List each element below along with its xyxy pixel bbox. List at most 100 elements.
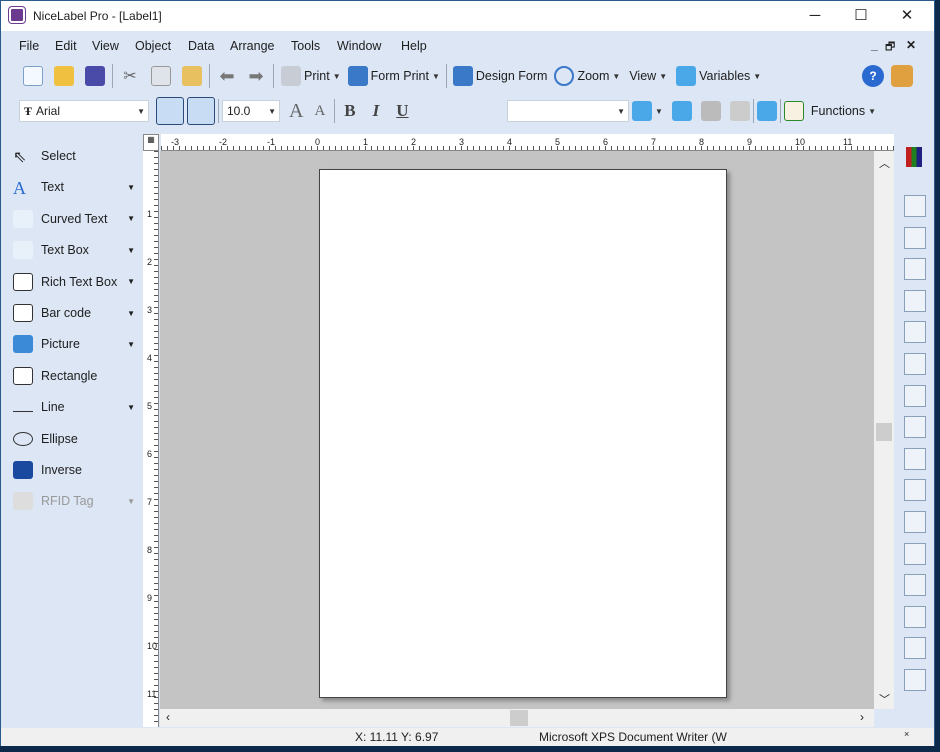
tool-ellipse[interactable]: Ellipse bbox=[13, 426, 135, 452]
new-icon[interactable] bbox=[23, 66, 43, 86]
distribute-h-icon[interactable] bbox=[904, 384, 926, 407]
tool-rectangle[interactable]: Rectangle bbox=[13, 363, 135, 389]
horizontal-scrollbar[interactable]: ‹ › bbox=[160, 709, 874, 727]
align-center-v-icon[interactable] bbox=[904, 321, 926, 344]
vertical-scroll-thumb[interactable] bbox=[876, 423, 892, 441]
align-right-icon[interactable] bbox=[904, 258, 926, 281]
users-icon[interactable] bbox=[891, 65, 913, 87]
form-print-dropdown-icon[interactable]: ▼ bbox=[432, 72, 440, 81]
ungroup-icon[interactable] bbox=[904, 637, 926, 660]
redo-icon[interactable]: ➡ bbox=[246, 66, 266, 86]
delete-variable-icon[interactable] bbox=[729, 101, 750, 121]
underline-button[interactable]: U bbox=[396, 101, 408, 121]
menu-help[interactable]: Help bbox=[401, 39, 427, 53]
rotate-icon[interactable] bbox=[904, 447, 926, 470]
view-button[interactable]: View bbox=[629, 69, 656, 83]
variables-icon[interactable] bbox=[676, 66, 697, 86]
form-print-icon[interactable] bbox=[347, 66, 368, 86]
send-backward-icon[interactable] bbox=[904, 574, 926, 597]
italic-button[interactable]: I bbox=[373, 101, 380, 121]
variable-select[interactable]: ▼ bbox=[507, 100, 629, 122]
dropdown-arrow-icon[interactable]: ▼ bbox=[127, 340, 135, 349]
vertical-scrollbar[interactable]: ︿ ﹀ bbox=[874, 151, 894, 709]
mdi-close-button[interactable]: ✕ bbox=[906, 38, 916, 52]
design-canvas[interactable] bbox=[160, 151, 874, 709]
tool-text-box[interactable]: Text Box ▼ bbox=[13, 237, 135, 263]
colors-icon[interactable] bbox=[906, 147, 922, 167]
align-bottom-icon[interactable] bbox=[904, 353, 926, 375]
scroll-up-icon[interactable]: ︿ bbox=[879, 155, 890, 171]
functions-button[interactable]: Functions bbox=[811, 104, 865, 118]
shrink-font-icon[interactable]: A bbox=[314, 103, 325, 120]
menu-window[interactable]: Window bbox=[337, 39, 381, 53]
copy-icon[interactable] bbox=[151, 66, 171, 86]
design-form-icon[interactable] bbox=[452, 66, 473, 86]
scroll-left-icon[interactable]: ‹ bbox=[166, 710, 170, 724]
status-close-button[interactable]: × bbox=[904, 729, 909, 739]
group-icon[interactable] bbox=[904, 605, 926, 628]
variables-button[interactable]: Variables bbox=[699, 69, 750, 83]
bring-front-icon[interactable] bbox=[904, 479, 926, 502]
view-dropdown-icon[interactable]: ▼ bbox=[659, 72, 667, 81]
zoom-icon[interactable] bbox=[554, 66, 575, 86]
edit-variable-icon[interactable] bbox=[700, 101, 721, 121]
text-toggle-button[interactable] bbox=[156, 97, 184, 125]
variables-dropdown-icon[interactable]: ▼ bbox=[753, 72, 761, 81]
menu-data[interactable]: Data bbox=[188, 39, 214, 53]
print-button[interactable]: Print bbox=[304, 69, 330, 83]
grow-font-icon[interactable]: A bbox=[289, 100, 303, 123]
tool-text[interactable]: A Text ▼ bbox=[13, 174, 135, 200]
distribute-v-icon[interactable] bbox=[904, 416, 926, 439]
align-top-icon[interactable] bbox=[904, 289, 926, 312]
dropdown-arrow-icon[interactable]: ▼ bbox=[127, 277, 135, 286]
tool-rfid-tag[interactable]: RFID Tag ▼ bbox=[13, 488, 135, 514]
close-button[interactable]: ✕ bbox=[884, 1, 930, 31]
align-center-h-icon[interactable] bbox=[904, 226, 926, 249]
menu-view[interactable]: View bbox=[92, 39, 119, 53]
open-icon[interactable] bbox=[54, 66, 74, 86]
tool-select[interactable]: ⇖ Select bbox=[13, 143, 135, 169]
form-print-button[interactable]: Form Print bbox=[371, 69, 429, 83]
dropdown-arrow-icon[interactable]: ▼ bbox=[127, 246, 135, 255]
printer-icon[interactable] bbox=[281, 66, 301, 86]
undo-icon[interactable]: ⬅ bbox=[217, 66, 237, 86]
label-page[interactable] bbox=[319, 169, 727, 698]
printer-font-button[interactable] bbox=[187, 97, 215, 125]
scroll-right-icon[interactable]: › bbox=[860, 710, 864, 724]
functions-icon[interactable] bbox=[783, 101, 804, 121]
print-dropdown-icon[interactable]: ▼ bbox=[333, 72, 341, 81]
scroll-down-icon[interactable]: ﹀ bbox=[879, 691, 890, 707]
menu-arrange[interactable]: Arrange bbox=[230, 39, 274, 53]
link-variable-icon[interactable] bbox=[756, 101, 777, 121]
bring-forward-icon[interactable] bbox=[904, 542, 926, 565]
paste-icon[interactable] bbox=[182, 66, 202, 86]
help-icon[interactable]: ? bbox=[862, 65, 884, 87]
mdi-restore-button[interactable]: 🗗 bbox=[885, 38, 895, 57]
menu-object[interactable]: Object bbox=[135, 39, 171, 53]
tool-inverse[interactable]: Inverse bbox=[13, 457, 135, 483]
tool-curved-text[interactable]: Curved Text ▼ bbox=[13, 206, 135, 232]
tool-line[interactable]: Line ▼ bbox=[13, 394, 135, 420]
tool-rich-text-box[interactable]: Rich Text Box ▼ bbox=[13, 269, 135, 295]
properties-icon[interactable] bbox=[904, 669, 926, 691]
dropdown-arrow-icon[interactable]: ▼ bbox=[127, 403, 135, 412]
horizontal-scroll-thumb[interactable] bbox=[510, 710, 528, 726]
dropdown-arrow-icon[interactable]: ▼ bbox=[127, 214, 135, 223]
menu-edit[interactable]: Edit bbox=[55, 39, 77, 53]
new-variable-icon[interactable] bbox=[632, 101, 652, 121]
dropdown-arrow-icon[interactable]: ▼ bbox=[127, 497, 135, 506]
tool-picture[interactable]: Picture ▼ bbox=[13, 331, 135, 357]
font-size-select[interactable]: 10.0 ▼ bbox=[222, 100, 280, 122]
add-variable-icon[interactable] bbox=[671, 101, 692, 121]
zoom-button[interactable]: Zoom bbox=[577, 69, 609, 83]
maximize-button[interactable]: ☐ bbox=[838, 1, 884, 31]
ruler-unit-button[interactable]: ▦ bbox=[143, 134, 159, 151]
minimize-button[interactable]: ─ bbox=[792, 1, 838, 31]
bold-button[interactable]: B bbox=[344, 101, 355, 121]
font-select[interactable]: Ŧ Arial ▼ bbox=[19, 100, 149, 122]
dropdown-arrow-icon[interactable]: ▼ bbox=[127, 183, 135, 192]
mdi-minimize-button[interactable]: _ bbox=[871, 38, 878, 52]
design-form-button[interactable]: Design Form bbox=[476, 69, 548, 83]
send-back-icon[interactable] bbox=[904, 511, 926, 533]
menu-tools[interactable]: Tools bbox=[291, 39, 320, 53]
